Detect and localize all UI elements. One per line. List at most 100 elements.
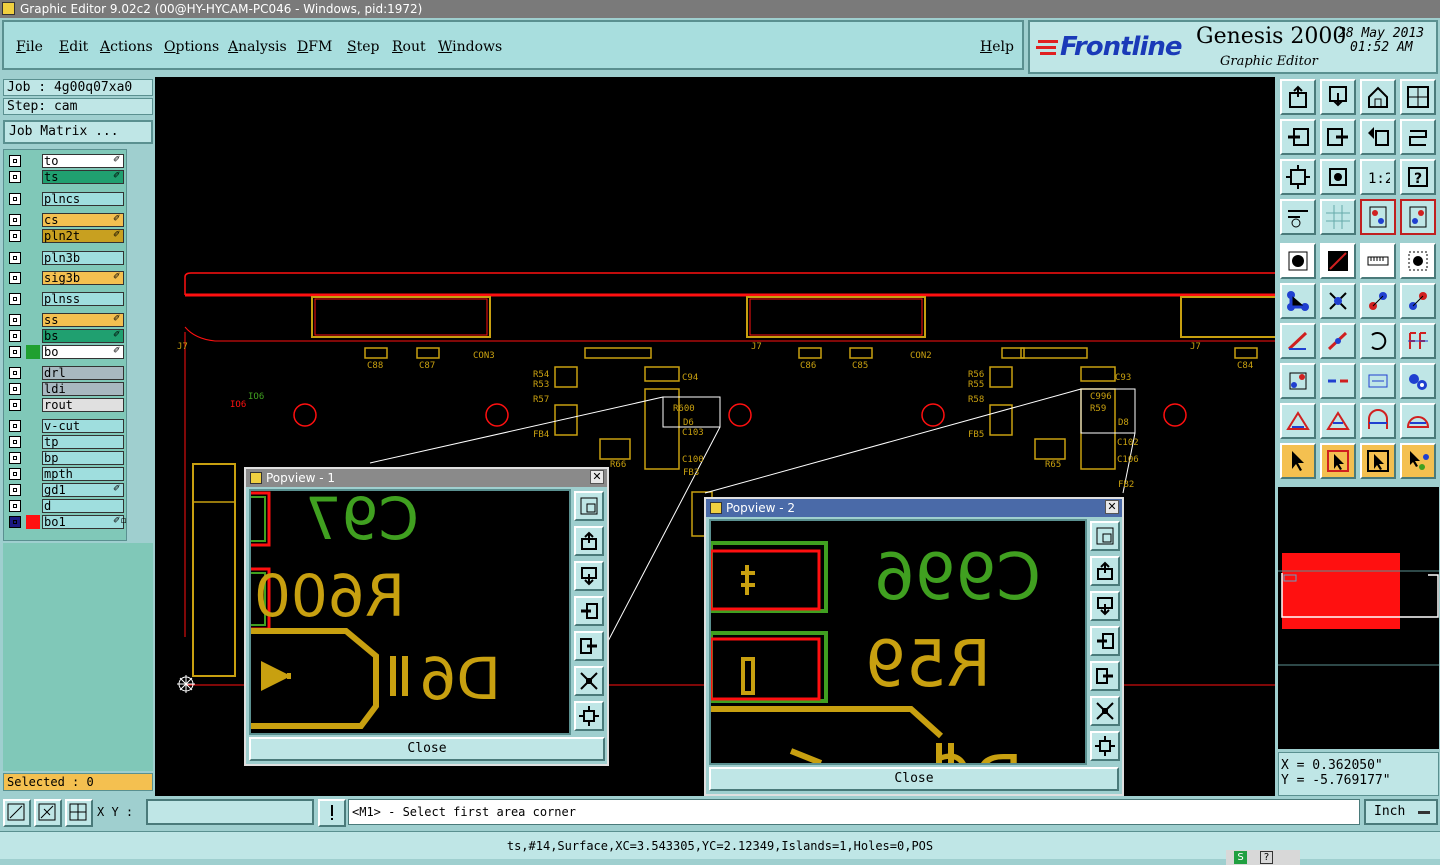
popview-2-pan-left-button[interactable] bbox=[1090, 626, 1120, 656]
add-line-icon[interactable] bbox=[1320, 243, 1356, 279]
layer-name[interactable]: to bbox=[42, 154, 124, 168]
help-icon[interactable]: ? bbox=[1400, 159, 1436, 195]
menu-actions[interactable]: Actions bbox=[100, 39, 153, 55]
popview-1-pan-right-button[interactable] bbox=[574, 631, 604, 661]
menu-options[interactable]: Options bbox=[164, 39, 219, 55]
pad-add-icon[interactable] bbox=[1280, 363, 1316, 399]
layer-checkbox[interactable] bbox=[9, 500, 21, 512]
popview-2-pan-up-button[interactable] bbox=[1090, 556, 1120, 586]
layer-checkbox[interactable] bbox=[9, 171, 21, 183]
popview-1-window[interactable]: Popview - 1 ✕ C97 R600 D6 Close bbox=[244, 467, 609, 766]
outline-icon[interactable] bbox=[1280, 403, 1316, 439]
split-view-icon[interactable] bbox=[1400, 79, 1436, 115]
menu-windows[interactable]: Windows bbox=[438, 39, 502, 55]
layer-name[interactable]: ts bbox=[42, 170, 124, 184]
snap-icon[interactable] bbox=[3, 799, 31, 827]
fill-text-icon[interactable] bbox=[1400, 323, 1436, 359]
grid-view-icon[interactable] bbox=[1320, 199, 1356, 235]
layer-checkbox[interactable] bbox=[9, 272, 21, 284]
dome-icon[interactable] bbox=[1400, 403, 1436, 439]
split-line-icon[interactable] bbox=[1320, 363, 1356, 399]
layer-name[interactable]: ss bbox=[42, 313, 124, 327]
layer-name[interactable]: sig3b bbox=[42, 271, 124, 285]
layer-name[interactable]: plnss bbox=[42, 292, 124, 306]
layer-checkbox[interactable] bbox=[9, 516, 21, 528]
layer-name[interactable]: drl bbox=[42, 366, 124, 380]
zoom-1to1-icon[interactable]: 1:2 bbox=[1360, 159, 1396, 195]
select-box-icon[interactable] bbox=[1400, 243, 1436, 279]
pan-right-icon[interactable] bbox=[1320, 119, 1356, 155]
layer-color-swatch[interactable] bbox=[26, 154, 40, 168]
arc-icon[interactable] bbox=[1360, 323, 1396, 359]
connect-pads-icon[interactable] bbox=[1280, 283, 1316, 319]
xy-input[interactable] bbox=[146, 799, 314, 825]
layer-name[interactable]: bs bbox=[42, 329, 124, 343]
menu-step[interactable]: Step bbox=[347, 39, 379, 55]
menu-help[interactable]: Help bbox=[980, 39, 1014, 55]
zoom-down-icon[interactable] bbox=[1320, 79, 1356, 115]
fit-screen-icon[interactable] bbox=[1280, 159, 1316, 195]
pointer-icon[interactable] bbox=[1280, 443, 1316, 479]
home-view-icon[interactable] bbox=[1360, 79, 1396, 115]
layer-color-swatch[interactable] bbox=[26, 419, 40, 433]
layer-name[interactable]: bo bbox=[42, 345, 124, 359]
layer-name[interactable]: cs bbox=[42, 213, 124, 227]
menu-edit[interactable]: Edit bbox=[59, 39, 88, 55]
layer-color-swatch[interactable] bbox=[26, 170, 40, 184]
layer-checkbox[interactable] bbox=[9, 468, 21, 480]
layer-color-swatch[interactable] bbox=[26, 515, 40, 529]
popview-2-zoom-fit-button[interactable] bbox=[1090, 696, 1120, 726]
layer-color-swatch[interactable] bbox=[26, 292, 40, 306]
overview-map[interactable] bbox=[1278, 487, 1439, 749]
layer-checkbox[interactable] bbox=[9, 252, 21, 264]
popview-1-close-icon[interactable]: ✕ bbox=[590, 470, 604, 484]
measure-gap-icon[interactable] bbox=[1360, 363, 1396, 399]
layer-color-swatch[interactable] bbox=[26, 345, 40, 359]
pointer-net-icon[interactable] bbox=[1400, 443, 1436, 479]
layer-name[interactable]: bo1 bbox=[42, 515, 124, 529]
layer-name[interactable]: pln2t bbox=[42, 229, 124, 243]
menu-file[interactable]: File bbox=[16, 39, 43, 55]
menu-dfm[interactable]: DFM bbox=[297, 39, 332, 55]
popview-1-zoom-fit-button[interactable] bbox=[574, 666, 604, 696]
layer-color-swatch[interactable] bbox=[26, 398, 40, 412]
layer-checkbox[interactable] bbox=[9, 399, 21, 411]
popview-1-titlebar[interactable]: Popview - 1 ✕ bbox=[246, 469, 607, 487]
layer-name[interactable]: ldi bbox=[42, 382, 124, 396]
pointer-select-icon[interactable] bbox=[1360, 443, 1396, 479]
layer-color-swatch[interactable] bbox=[26, 435, 40, 449]
popview-1-zoom-in-button[interactable] bbox=[574, 491, 604, 521]
move-pad-icon[interactable] bbox=[1360, 283, 1396, 319]
tray-s-icon[interactable]: S bbox=[1234, 851, 1247, 864]
contour-icon[interactable] bbox=[1320, 403, 1356, 439]
popview-2-zoom-in-button[interactable] bbox=[1090, 521, 1120, 551]
ruler-icon[interactable] bbox=[1360, 243, 1396, 279]
popview-2-window[interactable]: Popview - 2 ✕ C996 R59 D6 Close bbox=[704, 497, 1124, 796]
layer-color-swatch[interactable] bbox=[26, 329, 40, 343]
layer-color-swatch[interactable] bbox=[26, 451, 40, 465]
layer-name[interactable]: v-cut bbox=[42, 419, 124, 433]
layer-color-swatch[interactable] bbox=[26, 192, 40, 206]
popview-2-pan-right-button[interactable] bbox=[1090, 661, 1120, 691]
measure-icon[interactable] bbox=[34, 799, 62, 827]
pointer-red-icon[interactable] bbox=[1320, 443, 1356, 479]
layer-checkbox[interactable] bbox=[9, 330, 21, 342]
layer-name[interactable]: bp bbox=[42, 451, 124, 465]
delete-via-icon[interactable] bbox=[1320, 283, 1356, 319]
layer-checkbox[interactable] bbox=[9, 346, 21, 358]
popview-1-viewport[interactable]: C97 R600 D6 bbox=[249, 489, 571, 735]
layer-checkbox[interactable] bbox=[9, 314, 21, 326]
alert-icon[interactable] bbox=[318, 799, 346, 827]
layer-checkbox[interactable] bbox=[9, 214, 21, 226]
popview-1-close-button[interactable]: Close bbox=[249, 737, 605, 761]
popview-2-viewport[interactable]: C996 R59 D6 bbox=[709, 519, 1087, 765]
layer-color-swatch[interactable] bbox=[26, 382, 40, 396]
layer-color-swatch[interactable] bbox=[26, 271, 40, 285]
popview-1-pan-up-button[interactable] bbox=[574, 526, 604, 556]
arch-icon[interactable] bbox=[1360, 403, 1396, 439]
tray-help-icon[interactable]: ? bbox=[1260, 851, 1273, 864]
layer-name[interactable]: rout bbox=[42, 398, 124, 412]
layer-color-swatch[interactable] bbox=[26, 313, 40, 327]
popview-2-zoom-out-button[interactable] bbox=[1090, 731, 1120, 761]
layer-checkbox[interactable] bbox=[9, 367, 21, 379]
